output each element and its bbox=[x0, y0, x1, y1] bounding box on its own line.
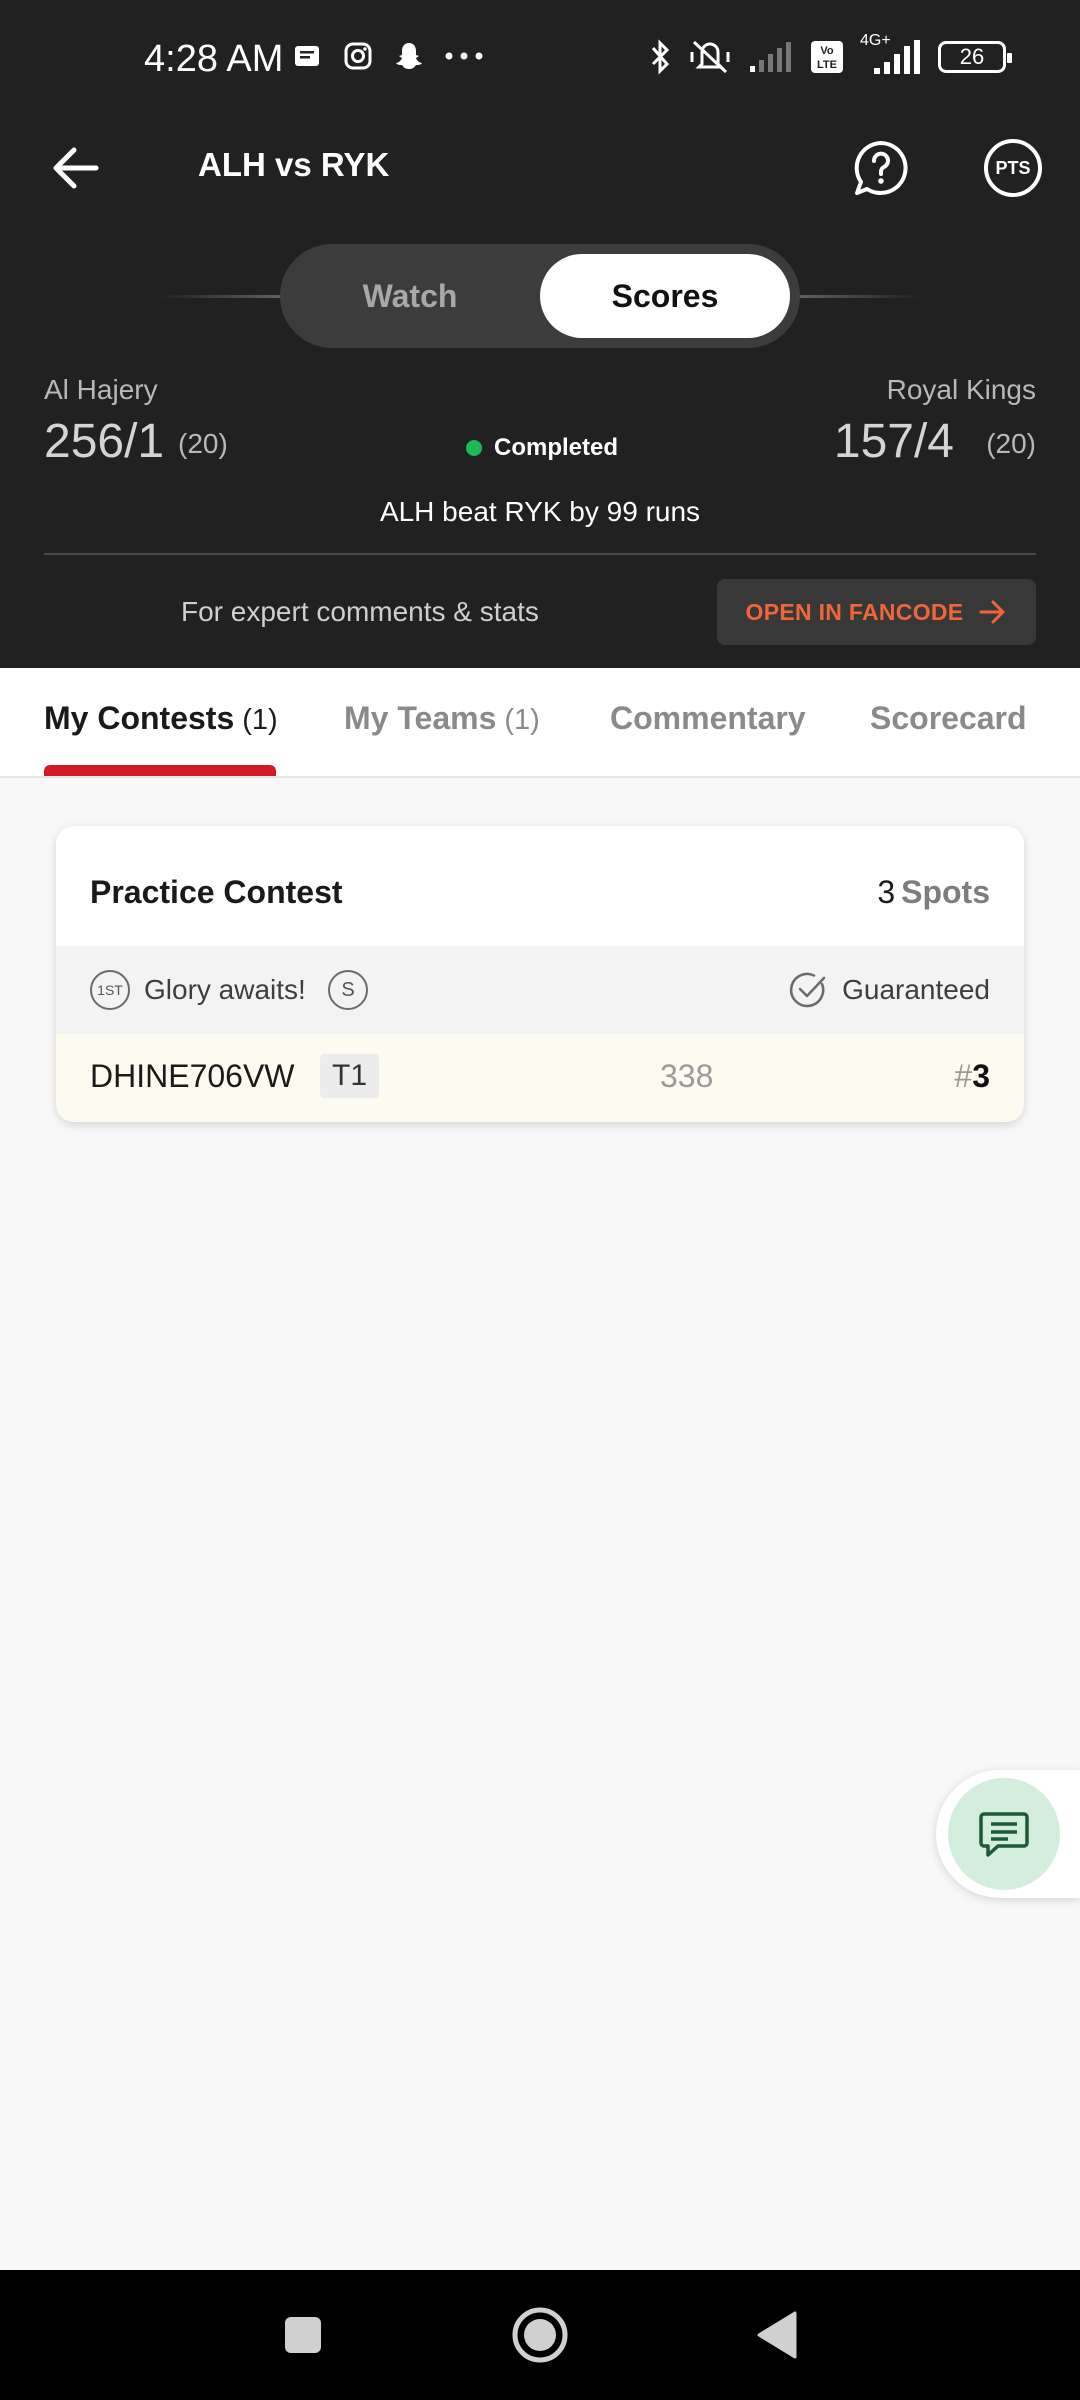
question-bubble-icon bbox=[854, 141, 908, 195]
active-tab-indicator bbox=[44, 765, 276, 776]
entry-rank: #3 bbox=[954, 1058, 990, 1095]
team2-overs: (20) bbox=[986, 428, 1036, 459]
back-button[interactable] bbox=[48, 140, 104, 196]
contest-spots: 3 Spots bbox=[877, 874, 990, 911]
tab-label: Scorecard bbox=[870, 700, 1027, 736]
toggle-decor-right bbox=[780, 295, 920, 298]
contest-tabs: My Contests (1) My Teams (1) Commentary Sc… bbox=[0, 668, 1080, 778]
chat-button[interactable] bbox=[948, 1778, 1060, 1890]
chat-fab-container bbox=[936, 1770, 1080, 1898]
more-dots-icon bbox=[445, 52, 483, 60]
home-icon bbox=[512, 2307, 568, 2363]
team2-name: Royal Kings bbox=[886, 374, 1036, 405]
status-text: Completed bbox=[494, 434, 619, 461]
tab-my-teams[interactable]: My Teams (1) bbox=[344, 700, 540, 737]
contest-info-row: 1ST Glory awaits! S Guaranteed bbox=[56, 946, 1024, 1034]
rank-prefix: # bbox=[954, 1058, 973, 1094]
battery-level: 26 bbox=[959, 44, 985, 69]
team1-name: Al Hajery bbox=[44, 374, 158, 405]
tab-count: (1) bbox=[504, 704, 540, 736]
check-circle-icon bbox=[790, 972, 826, 1008]
volte-icon: Vo LTE bbox=[811, 41, 843, 73]
match-result: ALH beat RYK by 99 runs bbox=[379, 496, 701, 527]
tab-label: My Teams bbox=[344, 700, 497, 736]
rank-value: 3 bbox=[972, 1058, 990, 1094]
spots-count: 3 bbox=[877, 874, 896, 910]
glory-text: Glory awaits! bbox=[144, 974, 306, 1005]
status-notification-icons bbox=[292, 40, 484, 72]
back-triangle-icon bbox=[757, 2311, 797, 2359]
tab-scorecard[interactable]: Scorecard bbox=[870, 700, 1027, 737]
svg-text:Vo: Vo bbox=[820, 45, 834, 57]
header-divider bbox=[44, 553, 1036, 555]
instagram-icon bbox=[344, 42, 372, 70]
single-entry-label: S bbox=[341, 978, 355, 1001]
tab-my-contests[interactable]: My Contests (1) bbox=[44, 700, 278, 737]
guaranteed-badge: Guaranteed bbox=[788, 970, 990, 1010]
team2-score: 157/4 bbox=[833, 415, 954, 468]
status-dot-icon bbox=[466, 440, 482, 456]
snapchat-icon bbox=[396, 43, 422, 69]
recents-button[interactable] bbox=[238, 2270, 368, 2400]
signal-4g-icon: 4G+ bbox=[860, 32, 922, 76]
match-status: Completed bbox=[466, 434, 618, 462]
top-bar: ALH vs RYK PTS bbox=[0, 120, 1080, 216]
signal-weak-icon bbox=[750, 42, 791, 72]
recents-icon bbox=[285, 2317, 321, 2353]
message-icon bbox=[295, 46, 319, 66]
contest-name: Practice Contest bbox=[90, 874, 343, 910]
contest-entry-row[interactable]: DHINE706VW T1 338 #3 bbox=[56, 1034, 1024, 1122]
svg-text:LTE: LTE bbox=[817, 59, 837, 71]
expert-promo-text: For expert comments & stats bbox=[181, 596, 539, 627]
home-button[interactable] bbox=[475, 2270, 605, 2400]
mute-vibrate-icon bbox=[690, 40, 730, 74]
chat-icon bbox=[979, 1812, 1029, 1857]
open-fancode-button[interactable]: OPEN IN FANCODE bbox=[717, 579, 1036, 645]
system-nav-bar bbox=[0, 2270, 1080, 2400]
arrow-right-icon bbox=[979, 600, 1005, 624]
entry-username: DHINE706VW bbox=[90, 1058, 295, 1094]
tab-label: My Contests bbox=[44, 700, 235, 736]
team1-score: 256/1 bbox=[44, 415, 165, 468]
battery-icon: 26 bbox=[938, 41, 1012, 73]
arrow-left-icon bbox=[53, 147, 99, 189]
status-bar: 4:28 AM Vo LTE 4G+ 26 bbox=[0, 0, 1080, 120]
team1-overs: (20) bbox=[178, 428, 228, 459]
entry-points: 338 bbox=[660, 1058, 714, 1094]
status-time: 4:28 AM bbox=[144, 38, 284, 80]
page-title: ALH vs RYK bbox=[198, 146, 390, 183]
tab-commentary[interactable]: Commentary bbox=[610, 700, 806, 737]
first-prize-label: 1ST bbox=[97, 982, 123, 998]
scores-toggle-button[interactable]: Scores bbox=[540, 254, 790, 338]
watch-scores-toggle: Watch Scores bbox=[280, 244, 800, 348]
watch-toggle-button[interactable]: Watch bbox=[280, 244, 540, 348]
first-prize-icon: 1ST bbox=[90, 970, 130, 1010]
status-system-icons: Vo LTE 4G+ 26 bbox=[648, 32, 1012, 76]
guaranteed-text: Guaranteed bbox=[842, 974, 990, 1005]
toggle-decor-left bbox=[160, 295, 300, 298]
bluetooth-icon bbox=[651, 39, 670, 75]
back-nav-button[interactable] bbox=[712, 2270, 842, 2400]
points-icon: PTS bbox=[995, 157, 1031, 178]
points-button[interactable]: PTS bbox=[984, 139, 1042, 197]
match-header: 4:28 AM Vo LTE 4G+ 26 ALH vs RYK PTS Wat… bbox=[0, 0, 1080, 668]
tab-count: (1) bbox=[242, 704, 278, 736]
open-fancode-label: OPEN IN FANCODE bbox=[745, 598, 964, 625]
help-button[interactable] bbox=[852, 139, 910, 197]
spots-label: Spots bbox=[901, 874, 990, 910]
entry-team-badge: T1 bbox=[320, 1054, 380, 1098]
tab-label: Commentary bbox=[610, 700, 806, 736]
single-entry-icon: S bbox=[328, 970, 368, 1010]
contest-card[interactable]: Practice Contest 3 Spots 1ST Glory awaits… bbox=[56, 826, 1024, 1122]
contest-card-header: Practice Contest 3 Spots bbox=[56, 826, 1024, 946]
